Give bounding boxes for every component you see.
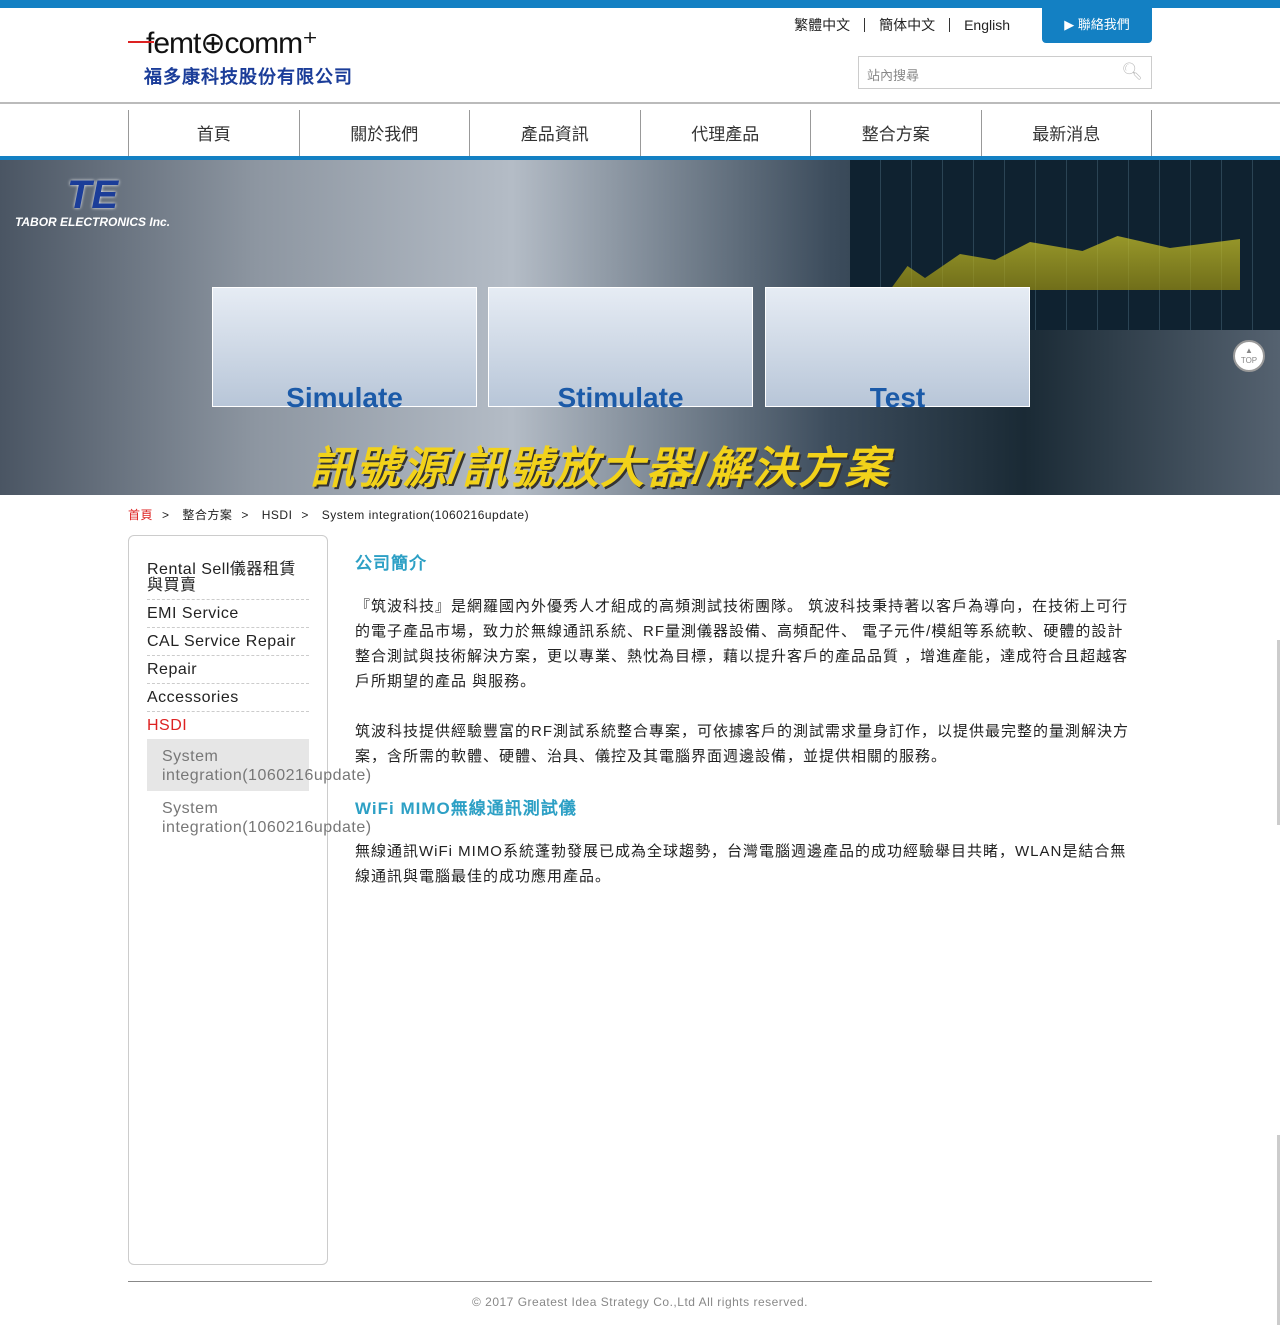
tabor-logo: TE TABOR ELECTRONICS Inc. — [14, 173, 171, 229]
lang-simplified[interactable]: 簡体中文 — [864, 18, 949, 32]
logo[interactable]: femt⊕comm⁺ 福多康科技股份有限公司 — [128, 26, 353, 89]
contact-button[interactable]: ▶ 聯絡我們 — [1042, 8, 1152, 43]
nav-about[interactable]: 關於我們 — [298, 110, 470, 156]
breadcrumb-home[interactable]: 首頁 — [128, 508, 153, 522]
lang-traditional[interactable]: 繁體中文 — [780, 18, 864, 32]
top-accent-bar — [0, 0, 1280, 8]
header: femt⊕comm⁺ 福多康科技股份有限公司 繁體中文 簡体中文 English… — [128, 8, 1152, 102]
sidebar-subitem[interactable]: System integration(1060216update) — [147, 791, 371, 843]
paragraph: 無線通訊WiFi MIMO系統蓬勃發展已成為全球趨勢，台灣電腦週邊產品的成功經驗… — [355, 843, 1127, 885]
search-input[interactable]: 站內搜尋 🔍︎ — [858, 56, 1152, 89]
sidebar: Rental Sell儀器租賃與買賣 EMI Service CAL Servi… — [128, 535, 371, 1265]
search-placeholder: 站內搜尋 — [867, 68, 920, 83]
logo-zh: 福多康科技股份有限公司 — [144, 67, 353, 87]
banner-panel-stimulate: Stimulate — [488, 287, 753, 413]
main-nav: 首頁 關於我們 產品資訊 代理產品 整合方案 最新消息 — [0, 102, 1280, 160]
section-title-wifi: WiFi MIMO無線通訊測試儀 — [355, 799, 577, 818]
hero-banner: TE TABOR ELECTRONICS Inc. Simulate Stimul… — [0, 160, 1280, 495]
main: Rental Sell儀器租賃與買賣 EMI Service CAL Servi… — [128, 535, 1152, 1265]
banner-panel-test: Test — [765, 287, 1030, 413]
content: 公司簡介 『筑波科技』是網羅國內外優秀人才組成的高頻測試技術團隊。 筑波科技秉持… — [355, 535, 1130, 1265]
banner-panel-simulate: Simulate — [212, 287, 477, 413]
sidebar-item-accessories[interactable]: Accessories — [147, 684, 309, 712]
lang-english[interactable]: English — [949, 18, 1024, 32]
banner-caption: 訊號源/訊號放大器/解決方案 — [310, 444, 891, 493]
search-icon[interactable]: 🔍︎ — [1121, 62, 1143, 82]
breadcrumb: 首頁 > 整合方案 > HSDI > System integration(10602… — [128, 508, 530, 522]
breadcrumb-hsdi[interactable]: HSDI — [262, 508, 293, 522]
breadcrumb-current: System integration(1060216update) — [321, 508, 530, 522]
logo-en: femt⊕comm⁺ — [128, 26, 353, 61]
section-title-company: 公司簡介 — [355, 554, 427, 573]
nav-solutions[interactable]: 整合方案 — [810, 110, 981, 156]
sidebar-item-hsdi[interactable]: HSDI — [147, 712, 309, 739]
nav-products[interactable]: 產品資訊 — [469, 110, 640, 156]
footer-copyright: © 2017 Greatest Idea Strategy Co.,Ltd Al… — [128, 1281, 1152, 1309]
language-switcher: 繁體中文 簡体中文 English — [780, 18, 1024, 32]
sidebar-item-emi[interactable]: EMI Service — [147, 600, 309, 628]
breadcrumb-solutions[interactable]: 整合方案 — [182, 508, 232, 522]
sidebar-item-rental[interactable]: Rental Sell儀器租賃與買賣 — [147, 556, 309, 600]
sidebar-item-repair[interactable]: Repair — [147, 656, 309, 684]
sidebar-item-cal[interactable]: CAL Service Repair — [147, 628, 309, 656]
paragraph: 『筑波科技』是網羅國內外優秀人才組成的高頻測試技術團隊。 筑波科技秉持著以客戶為… — [355, 598, 1129, 690]
back-to-top-button[interactable]: ▲ TOP — [1233, 340, 1265, 372]
nav-agency[interactable]: 代理產品 — [639, 110, 811, 156]
nav-news[interactable]: 最新消息 — [980, 110, 1152, 156]
paragraph: 筑波科技提供經驗豐富的RF測試系統整合專案，可依據客戶的測試需求量身訂作，以提供… — [355, 723, 1130, 765]
nav-home[interactable]: 首頁 — [128, 110, 299, 156]
sidebar-subitem-active[interactable]: System integration(1060216update) — [147, 739, 371, 791]
